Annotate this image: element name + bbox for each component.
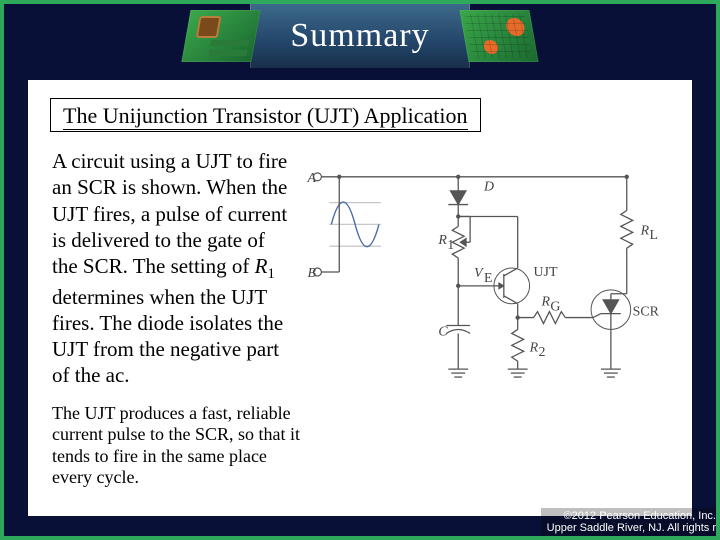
copyright-line1: ©2012 Pearson Education, Inc. bbox=[547, 510, 716, 522]
sine-icon bbox=[329, 202, 381, 247]
para1-a: A circuit using a UJT to fire an SCR is … bbox=[52, 149, 287, 278]
label-RG: R bbox=[540, 295, 550, 310]
label-R1s: 1 bbox=[447, 238, 454, 253]
label-D: D bbox=[483, 180, 494, 195]
label-RGs: G bbox=[550, 300, 560, 315]
label-A: A bbox=[307, 171, 317, 186]
slide-title: Summary bbox=[250, 4, 470, 68]
slide: Summary The Unijunction Transistor (UJT)… bbox=[0, 0, 720, 540]
label-SCR: SCR bbox=[633, 305, 660, 320]
label-RLs: L bbox=[650, 228, 658, 243]
para1-b: determines when the UJT fires. The diode… bbox=[52, 285, 283, 388]
section-title-box: The Unijunction Transistor (UJT) Applica… bbox=[50, 98, 481, 132]
section-title: The Unijunction Transistor (UJT) Applica… bbox=[63, 103, 468, 130]
label-R2: R bbox=[529, 340, 539, 355]
label-C: C bbox=[438, 324, 448, 339]
label-UJT: UJT bbox=[534, 265, 558, 280]
title-banner: Summary bbox=[186, 4, 534, 68]
label-VE: V bbox=[474, 266, 484, 281]
label-VEs: E bbox=[484, 271, 492, 286]
label-RL: R bbox=[640, 223, 650, 238]
label-R2s: 2 bbox=[539, 345, 546, 360]
content-area: The Unijunction Transistor (UJT) Applica… bbox=[28, 80, 692, 516]
para1-sub: 1 bbox=[267, 266, 274, 282]
circuit-diagram: A B D bbox=[298, 154, 668, 384]
banner-decor-right bbox=[459, 10, 538, 62]
copyright: ©2012 Pearson Education, Inc. Upper Sadd… bbox=[541, 508, 716, 536]
para1-R: R bbox=[255, 254, 268, 278]
banner-decor-left bbox=[181, 10, 260, 62]
body-paragraph: A B D bbox=[52, 148, 668, 389]
body-paragraph-2: The UJT produces a fast, reliable curren… bbox=[52, 403, 302, 489]
label-R1: R bbox=[437, 233, 447, 248]
copyright-line2: Upper Saddle River, NJ. All rights r bbox=[547, 522, 716, 534]
label-B: B bbox=[308, 266, 317, 281]
